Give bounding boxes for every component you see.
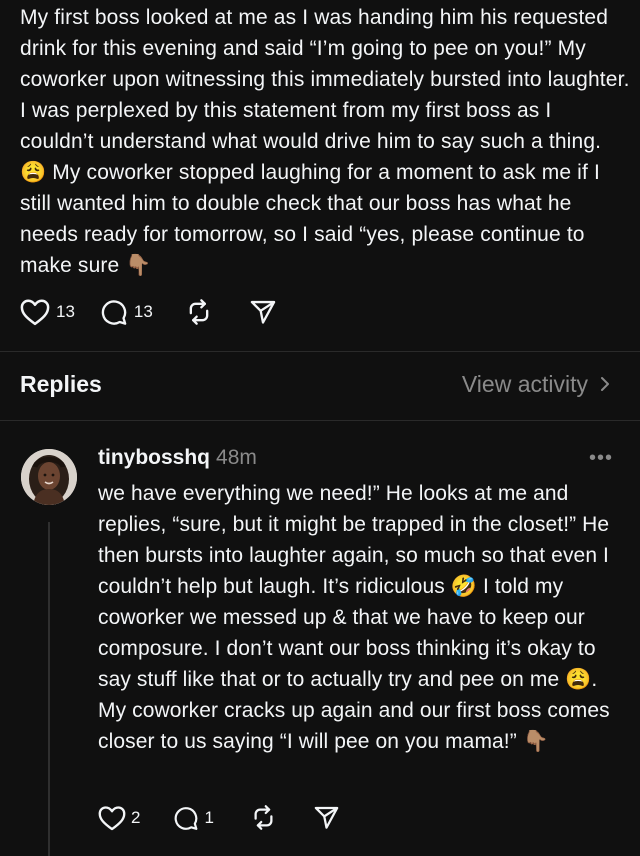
replies-heading: Replies (20, 371, 102, 397)
reply-username[interactable]: tinybosshq (98, 446, 210, 469)
heart-icon (20, 298, 50, 326)
share-button[interactable] (249, 298, 277, 326)
like-button[interactable]: 2 (98, 805, 140, 831)
view-activity-link[interactable]: View activity (462, 371, 610, 398)
share-button[interactable] (313, 804, 340, 831)
like-button[interactable]: 13 (20, 298, 75, 326)
thread-line (48, 522, 50, 856)
avatar[interactable] (21, 449, 77, 505)
share-icon (313, 804, 340, 831)
comment-icon (172, 805, 199, 831)
divider (0, 351, 640, 352)
repost-button[interactable] (250, 804, 277, 831)
like-count: 13 (56, 302, 75, 321)
post-actions: 13 13 (20, 298, 277, 326)
comment-count: 13 (133, 302, 153, 321)
view-activity-label: View activity (461, 371, 588, 397)
divider (0, 420, 640, 421)
reply-actions: 2 1 (98, 804, 340, 831)
repost-icon (250, 804, 277, 831)
comment-icon (99, 298, 128, 326)
like-count: 2 (131, 807, 141, 827)
reply-text: we have everything we need!” He looks at… (98, 482, 610, 753)
reply-timestamp: 48m (216, 446, 257, 469)
comment-count: 1 (204, 807, 214, 827)
comment-button[interactable]: 13 (99, 298, 153, 326)
chevron-right-icon (600, 371, 610, 397)
comment-button[interactable]: 1 (172, 805, 214, 831)
repost-button[interactable] (185, 298, 213, 326)
reply-header: tinybosshq 48m (98, 446, 257, 470)
more-icon[interactable]: ••• (589, 448, 613, 468)
repost-icon (185, 298, 213, 326)
post-text: My first boss looked at me as I was hand… (20, 6, 630, 277)
heart-icon (98, 805, 126, 831)
share-icon (249, 298, 277, 326)
